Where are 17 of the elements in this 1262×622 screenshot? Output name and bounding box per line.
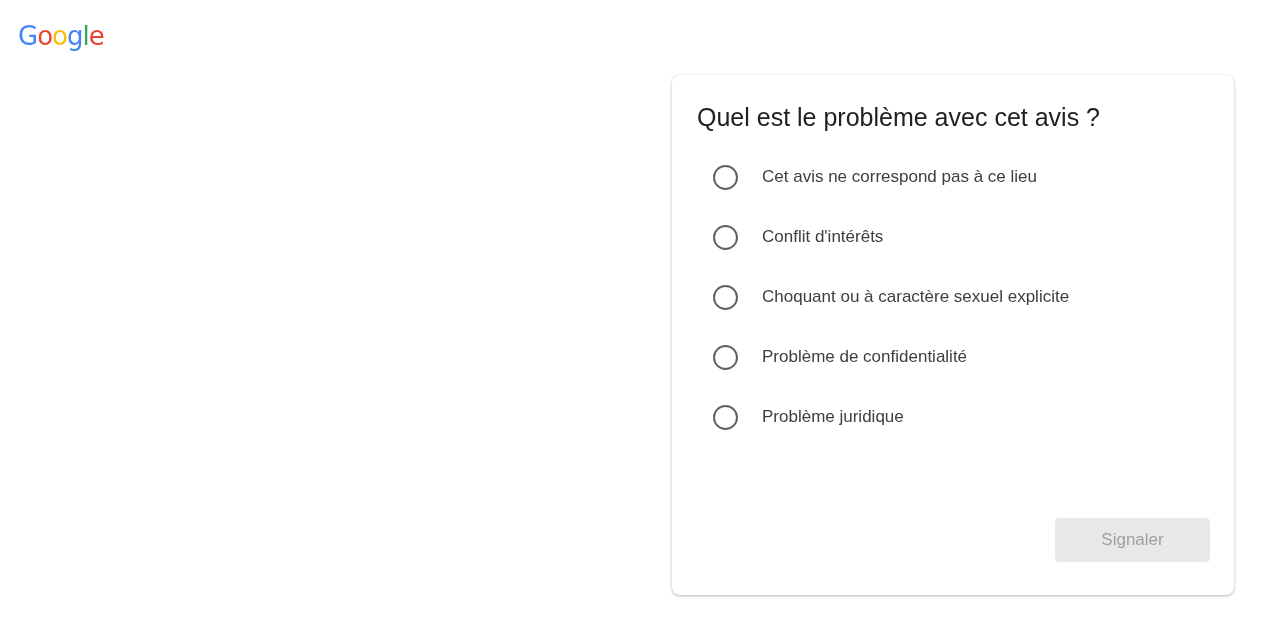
option-label: Problème de confidentialité bbox=[762, 347, 968, 367]
option-label: Choquant ou à caractère sexuel explicite bbox=[762, 287, 1070, 307]
option-label: Cet avis ne correspond pas à ce lieu bbox=[762, 167, 1037, 187]
option-label: Conflit d'intérêts bbox=[762, 227, 884, 247]
radio-option[interactable]: Cet avis ne correspond pas à ce lieu bbox=[697, 147, 1037, 207]
radio-option[interactable]: Choquant ou à caractère sexuel explicite bbox=[697, 267, 1070, 327]
radio-option[interactable]: Problème juridique bbox=[697, 387, 904, 447]
radio-option[interactable]: Conflit d'intérêts bbox=[697, 207, 884, 267]
radio-button[interactable] bbox=[713, 404, 738, 430]
radio-option[interactable]: Problème de confidentialité bbox=[697, 327, 968, 387]
radio-button[interactable] bbox=[713, 164, 738, 190]
logo[interactable]: Google bbox=[18, 20, 104, 52]
option-label: Problème juridique bbox=[762, 407, 904, 427]
radio-button[interactable] bbox=[713, 344, 738, 370]
radio-button[interactable] bbox=[713, 284, 738, 310]
dialog-title: Quel est le problème avec cet avis ? bbox=[697, 102, 1101, 133]
radio-button[interactable] bbox=[713, 224, 738, 250]
